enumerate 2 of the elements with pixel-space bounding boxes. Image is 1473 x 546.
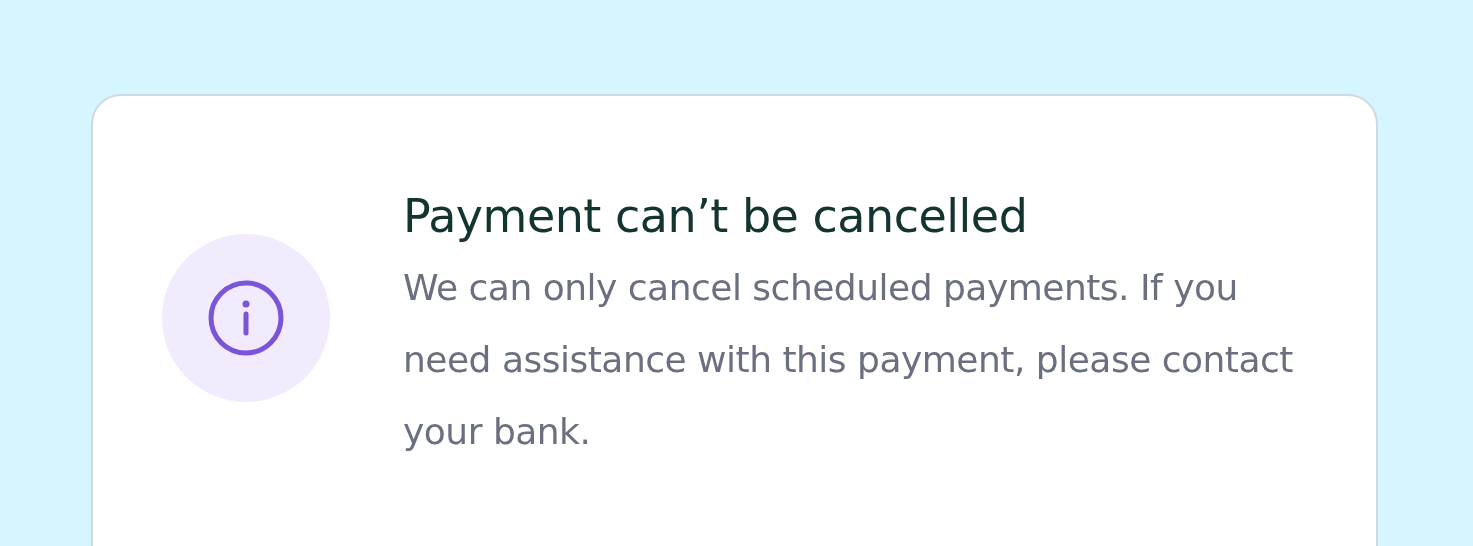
notice-title: Payment can’t be cancelled (403, 188, 1029, 244)
notice-message: We can only cancel scheduled payments. If you need assistance with this payment, please contact your bank. (403, 266, 1294, 454)
